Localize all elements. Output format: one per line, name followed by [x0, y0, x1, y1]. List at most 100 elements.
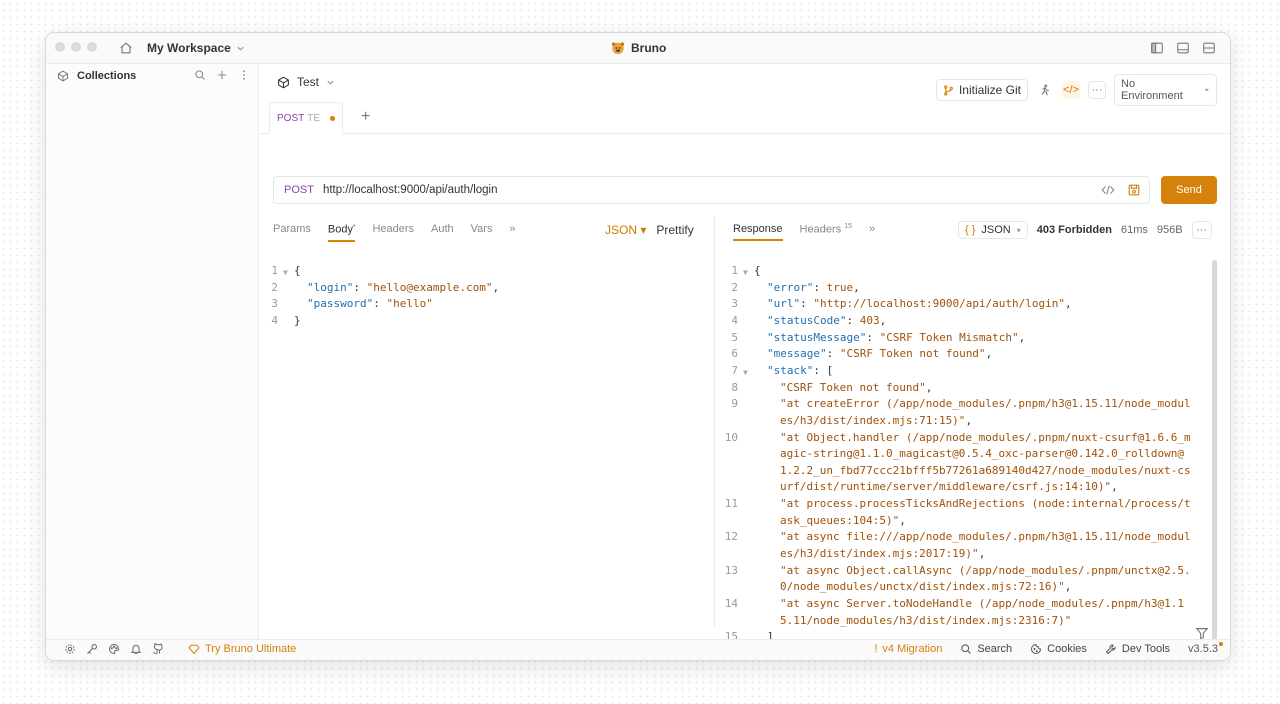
status-code: 403 Forbidden: [1036, 224, 1112, 236]
tab-body[interactable]: Body•: [327, 223, 356, 242]
pane-divider[interactable]: [714, 216, 715, 627]
maximize-window-button[interactable]: [87, 42, 97, 52]
caret-down-icon: ▾: [1016, 225, 1021, 235]
tab-response-headers[interactable]: Headers 15: [800, 223, 852, 236]
tab-response[interactable]: Response: [733, 223, 783, 242]
home-icon[interactable]: [119, 41, 133, 55]
request-tab[interactable]: POST TE: [269, 102, 343, 134]
wrench-icon: [1105, 644, 1116, 655]
try-ultimate-link[interactable]: Try Bruno Ultimate: [188, 643, 296, 655]
code-token: ,: [985, 347, 993, 361]
key-icon[interactable]: [86, 643, 98, 655]
code-token: :: [846, 313, 860, 327]
more-vertical-icon[interactable]: [238, 69, 250, 81]
window-controls: [55, 42, 97, 52]
search-icon[interactable]: [194, 69, 206, 81]
more-horizontal-icon[interactable]: ···: [1088, 81, 1106, 99]
line-number: 10: [724, 430, 738, 444]
sidebar: Collections: [46, 64, 259, 639]
save-icon[interactable]: [1127, 183, 1141, 197]
code-token: ,: [965, 413, 973, 427]
tab-vars[interactable]: Vars: [471, 223, 493, 235]
version-label[interactable]: v3.5.3: [1188, 642, 1223, 655]
tab-params[interactable]: Params: [273, 223, 311, 235]
initialize-git-button[interactable]: Initialize Git: [935, 79, 1028, 101]
response-format-label: JSON: [981, 224, 1011, 236]
new-tab-button[interactable]: +: [361, 108, 370, 126]
generate-code-icon[interactable]: </>: [1062, 81, 1080, 99]
search-icon: [961, 644, 972, 654]
status-bar-right: ! v4 Migration Search Cookies Dev Tools v…: [874, 642, 1223, 655]
filter-icon[interactable]: [1195, 626, 1209, 640]
minimize-window-button[interactable]: [71, 42, 81, 52]
line-number: 3: [731, 297, 738, 311]
code-token: "at async Object.callAsync (/app/node_mo…: [780, 563, 1191, 594]
more-tabs-icon[interactable]: »: [509, 223, 515, 235]
code-line: "stack": [: [767, 363, 1194, 380]
code-token: 403: [859, 313, 880, 327]
add-icon[interactable]: [216, 69, 228, 81]
cookies-button[interactable]: Cookies: [1030, 643, 1087, 655]
toggle-bottom-panel-icon[interactable]: [1176, 41, 1190, 55]
status-bar: Try Bruno Ultimate ! v4 Migration Search …: [46, 639, 1230, 660]
method-selector[interactable]: POST: [284, 184, 314, 196]
runner-icon[interactable]: [1036, 81, 1054, 99]
response-format-selector[interactable]: { } JSON ▾: [958, 221, 1028, 239]
v4-migration-link[interactable]: ! v4 Migration: [874, 643, 942, 655]
settings-icon[interactable]: [64, 643, 76, 655]
send-button[interactable]: Send: [1161, 176, 1217, 204]
toggle-sidebar-icon[interactable]: [1150, 41, 1164, 55]
prettify-button[interactable]: Prettify: [656, 223, 693, 237]
line-number: 5: [731, 330, 738, 344]
body-type-selector[interactable]: JSON ▾: [605, 223, 646, 237]
url-input[interactable]: http://localhost:9000/api/auth/login: [323, 184, 498, 196]
dev-tools-button[interactable]: Dev Tools: [1105, 643, 1170, 655]
code-token: "at async Server.toNodeHandle (/app/node…: [780, 597, 1184, 627]
code-token: "at process.processTicksAndRejections (n…: [780, 497, 1191, 527]
response-meta: { } JSON ▾ 403 Forbidden 61ms 956B ···: [958, 221, 1212, 239]
git-icon: [944, 84, 953, 96]
diamond-icon: [188, 644, 200, 655]
response-pane-tabs: Response Headers 15 »: [733, 223, 875, 242]
close-window-button[interactable]: [55, 42, 65, 52]
line-number: 8: [731, 380, 738, 394]
code-token: {: [294, 264, 301, 277]
fold-toggle-icon[interactable]: ▼: [743, 265, 748, 282]
code-token: "at Object.handler (/app/node_modules/.p…: [780, 430, 1191, 494]
search-button[interactable]: Search: [960, 643, 1012, 655]
response-scrollbar[interactable]: [1212, 260, 1217, 648]
code-token: "statusMessage": [767, 330, 867, 344]
tab-auth[interactable]: Auth: [431, 223, 454, 235]
code-token: {: [754, 264, 761, 277]
more-horizontal-icon[interactable]: ···: [1191, 221, 1212, 239]
code-line: {: [754, 263, 1194, 280]
collection-icon: [278, 76, 289, 88]
collection-title[interactable]: Test: [277, 75, 335, 89]
body-indicator: •: [352, 223, 356, 230]
code-icon[interactable]: [1101, 183, 1115, 197]
bell-icon[interactable]: [130, 643, 142, 655]
toggle-split-layout-icon[interactable]: [1202, 41, 1216, 55]
code-token: ,: [978, 547, 986, 561]
code-token: ,: [1111, 480, 1118, 494]
line-number: 1: [271, 264, 278, 277]
fold-toggle-icon[interactable]: ▼: [743, 365, 748, 382]
code-token: ,: [899, 513, 906, 527]
url-bar[interactable]: POST http://localhost:9000/api/auth/logi…: [273, 176, 1150, 204]
fold-toggle-icon[interactable]: ▼: [283, 265, 288, 282]
search-label: Search: [977, 643, 1013, 655]
tab-headers[interactable]: Headers: [372, 223, 414, 235]
workspace-selector[interactable]: My Workspace: [147, 41, 245, 55]
code-token: : [: [813, 363, 834, 377]
code-line: }: [294, 313, 301, 330]
github-icon[interactable]: [152, 643, 164, 655]
code-token: "CSRF Token not found": [780, 380, 926, 394]
collections-header[interactable]: Collections: [57, 70, 136, 82]
line-number: 6: [731, 347, 738, 361]
layout-toggles: [1150, 41, 1216, 55]
line-number: 7: [731, 363, 738, 377]
title-bar: My Workspace Bruno: [46, 33, 1230, 64]
code-line: "at async Server.toNodeHandle (/app/node…: [780, 596, 1194, 629]
palette-icon[interactable]: [108, 643, 120, 655]
more-tabs-icon[interactable]: »: [869, 223, 875, 235]
